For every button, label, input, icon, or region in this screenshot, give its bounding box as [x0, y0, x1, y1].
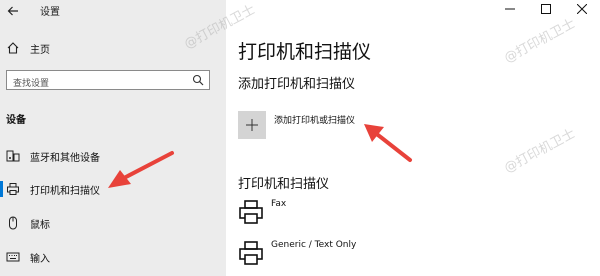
bluetooth-devices-icon: [6, 150, 20, 162]
printer-icon: [239, 241, 263, 265]
search-input[interactable]: [7, 75, 193, 93]
main-content: 打印机和扫描仪 添加打印机和扫描仪 添加打印机或扫描仪 打印机和扫描仪 Fax …: [226, 0, 600, 276]
printer-item-fax[interactable]: Fax: [238, 199, 438, 233]
mouse-icon: [9, 216, 17, 230]
sidebar-item-label: 打印机和扫描仪: [30, 185, 100, 197]
printers-section-heading: 打印机和扫描仪: [238, 177, 330, 192]
add-printer-label[interactable]: 添加打印机或扫描仪: [274, 113, 355, 126]
close-button[interactable]: [564, 0, 600, 18]
printer-name: Generic / Text Only: [271, 240, 357, 250]
window-title: 设置: [40, 7, 60, 18]
sidebar-item-label: 鼠标: [30, 219, 50, 231]
sidebar-item-input[interactable]: 输入: [6, 247, 50, 267]
minimize-icon: [505, 8, 515, 10]
plus-icon: [246, 119, 258, 131]
sidebar-item-label: 输入: [30, 253, 50, 265]
add-printer-row[interactable]: 添加打印机或扫描仪: [238, 111, 355, 141]
close-icon: [577, 4, 587, 14]
sidebar-item-mouse[interactable]: 鼠标: [6, 213, 50, 233]
sidebar-item-home[interactable]: 主页: [6, 38, 50, 58]
maximize-icon: [541, 4, 551, 14]
search-box[interactable]: [6, 70, 210, 93]
sidebar-item-label: 主页: [30, 44, 50, 56]
back-button[interactable]: [6, 3, 26, 19]
printer-icon: [239, 200, 263, 224]
selection-indicator: [0, 181, 3, 197]
window-controls: [492, 0, 600, 18]
section-label-devices: 设备: [6, 115, 26, 126]
minimize-button[interactable]: [492, 0, 528, 18]
sidebar-item-bluetooth[interactable]: 蓝牙和其他设备: [6, 146, 100, 166]
home-icon: [7, 42, 19, 54]
sidebar-item-printers[interactable]: 打印机和扫描仪: [0, 179, 226, 199]
keyboard-icon: [6, 252, 20, 262]
printer-icon: [7, 183, 19, 195]
back-arrow-icon: [7, 6, 18, 16]
printer-name: Fax: [271, 199, 287, 209]
add-printer-button[interactable]: [238, 111, 266, 139]
settings-sidebar: 设置 主页 设备 蓝牙和其他设备 打印机和扫描仪: [0, 0, 226, 276]
page-title: 打印机和扫描仪: [238, 41, 372, 63]
maximize-button[interactable]: [528, 0, 564, 18]
search-icon[interactable]: [192, 74, 204, 86]
add-section-heading: 添加打印机和扫描仪: [238, 77, 356, 92]
sidebar-item-label: 蓝牙和其他设备: [30, 152, 100, 164]
printer-item-generic[interactable]: Generic / Text Only: [238, 240, 438, 274]
